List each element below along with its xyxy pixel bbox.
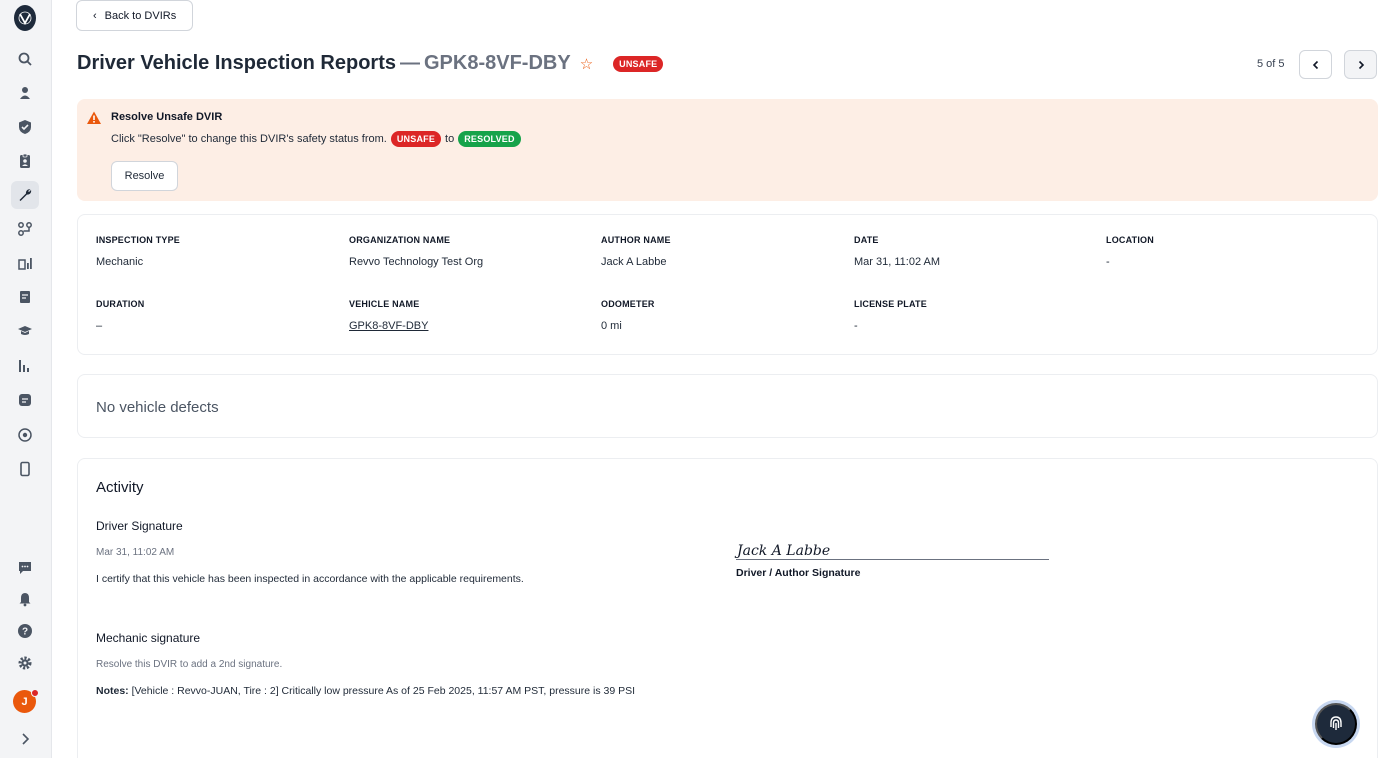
mechanic-signature-hint: Resolve this DVIR to add a 2nd signature…: [96, 659, 283, 670]
mobile-icon[interactable]: [14, 458, 36, 480]
notes-label: Notes:: [96, 685, 129, 697]
title-separator: —: [400, 52, 420, 74]
mechanic-signature-title: Mechanic signature: [96, 631, 201, 645]
odometer-field: ODOMETER 0 mi: [601, 299, 655, 332]
page-title: Driver Vehicle Inspection Reports — GPK8…: [77, 52, 664, 75]
driver-signature-image: Jack A Labbe: [736, 543, 1049, 560]
warning-icon: [87, 111, 101, 124]
resolved-badge: RESOLVED: [458, 131, 521, 147]
next-report-button[interactable]: [1344, 50, 1377, 79]
driver-signature-timestamp: Mar 31, 11:02 AM: [96, 547, 175, 558]
fingerprint-button[interactable]: [1315, 703, 1357, 745]
chevron-left-icon: [1312, 60, 1318, 69]
resolve-button[interactable]: Resolve: [111, 161, 178, 191]
vehicle-name-link[interactable]: GPK8-8VF-DBY: [349, 320, 428, 332]
search-icon[interactable]: [14, 48, 36, 70]
graduation-cap-icon[interactable]: [14, 320, 36, 342]
date-field: DATE Mar 31, 11:02 AM: [854, 235, 940, 268]
field-value: -: [1106, 256, 1110, 268]
shield-check-icon[interactable]: [14, 116, 36, 138]
field-value: Mechanic: [96, 256, 144, 268]
vehicle-id: GPK8-8VF-DBY: [424, 52, 571, 74]
notes-text: [Vehicle : Revvo-JUAN, Tire : 2] Critica…: [131, 685, 636, 697]
wrench-icon[interactable]: [11, 181, 39, 209]
route-icon[interactable]: [14, 218, 36, 240]
clipboard-user-icon[interactable]: [14, 150, 36, 172]
avatar-initial: J: [21, 695, 28, 708]
alert-connector: to: [445, 133, 455, 145]
tag-icon[interactable]: [14, 389, 36, 411]
page-title-text: Driver Vehicle Inspection Reports: [77, 52, 396, 74]
fuel-stats-icon[interactable]: [14, 252, 36, 274]
previous-report-button[interactable]: [1299, 50, 1332, 79]
inspection-type-field: INSPECTION TYPE Mechanic: [96, 235, 180, 268]
duration-field: DURATION –: [96, 299, 144, 332]
chat-icon[interactable]: [14, 557, 36, 579]
star-icon[interactable]: ☆: [580, 55, 593, 73]
document-edit-icon[interactable]: [14, 286, 36, 308]
notification-dot: [31, 689, 39, 697]
status-badge: UNSAFE: [613, 55, 664, 72]
resolve-alert: Resolve Unsafe DVIR Click "Resolve" to c…: [77, 99, 1378, 201]
unsafe-badge: UNSAFE: [390, 131, 442, 147]
field-label: LICENSE PLATE: [854, 299, 927, 309]
field-label: DURATION: [96, 299, 145, 309]
alert-text: Click "Resolve" to change this DVIR's sa…: [111, 131, 521, 147]
svg-text:?: ?: [22, 627, 28, 638]
activity-title: Activity: [96, 479, 144, 496]
field-label: AUTHOR NAME: [601, 235, 671, 245]
author-name-field: AUTHOR NAME Jack A Labbe: [601, 235, 671, 268]
organization-name-field: ORGANIZATION NAME Revvo Technology Test …: [349, 235, 483, 268]
no-defects-text: No vehicle defects: [96, 399, 219, 416]
chevron-left-icon: ‹: [93, 9, 97, 22]
sidebar: ? J: [0, 0, 52, 758]
inspection-details-card: INSPECTION TYPE Mechanic ORGANIZATION NA…: [77, 214, 1378, 355]
alert-text-body: Click "Resolve" to change this DVIR's sa…: [111, 133, 387, 145]
pager-text: 5 of 5: [1257, 58, 1285, 70]
field-value: Revvo Technology Test Org: [349, 256, 484, 268]
field-label: ORGANIZATION NAME: [349, 235, 451, 245]
bar-chart-icon[interactable]: [14, 355, 36, 377]
target-icon[interactable]: [14, 424, 36, 446]
chevron-right-icon[interactable]: [14, 728, 36, 750]
help-icon[interactable]: ?: [14, 620, 36, 642]
field-label: INSPECTION TYPE: [96, 235, 181, 245]
field-value: -: [854, 320, 858, 332]
vehicle-name-field: VEHICLE NAME GPK8-8VF-DBY: [349, 299, 428, 332]
alert-title: Resolve Unsafe DVIR: [111, 111, 223, 123]
signature-caption: Driver / Author Signature: [736, 567, 861, 579]
revvo-logo-icon[interactable]: [14, 5, 36, 31]
notes: Notes: [Vehicle : Revvo-JUAN, Tire : 2] …: [96, 685, 635, 697]
fingerprint-icon: [1330, 716, 1342, 730]
driver-signature-title: Driver Signature: [96, 519, 183, 533]
vehicle-defects-card: No vehicle defects: [77, 374, 1378, 438]
back-button-label: Back to DVIRs: [104, 9, 177, 22]
chevron-right-icon: [1358, 60, 1364, 69]
field-value: Jack A Labbe: [601, 256, 667, 268]
field-value: Mar 31, 11:02 AM: [854, 256, 941, 268]
license-plate-field: LICENSE PLATE -: [854, 299, 927, 332]
field-label: DATE: [854, 235, 879, 245]
bell-icon[interactable]: [14, 588, 36, 610]
back-to-dvirs-button[interactable]: ‹ Back to DVIRs: [76, 0, 193, 31]
field-value: –: [96, 320, 103, 332]
activity-card: Activity Driver Signature Mar 31, 11:02 …: [77, 458, 1378, 758]
certification-statement: I certify that this vehicle has been ins…: [96, 573, 524, 585]
gear-icon[interactable]: [14, 652, 36, 674]
field-label: VEHICLE NAME: [349, 299, 420, 309]
location-field: LOCATION -: [1106, 235, 1154, 268]
driver-location-icon[interactable]: [14, 82, 36, 104]
field-label: ODOMETER: [601, 299, 655, 309]
field-value: 0 mi: [601, 320, 622, 332]
field-label: LOCATION: [1106, 235, 1154, 245]
